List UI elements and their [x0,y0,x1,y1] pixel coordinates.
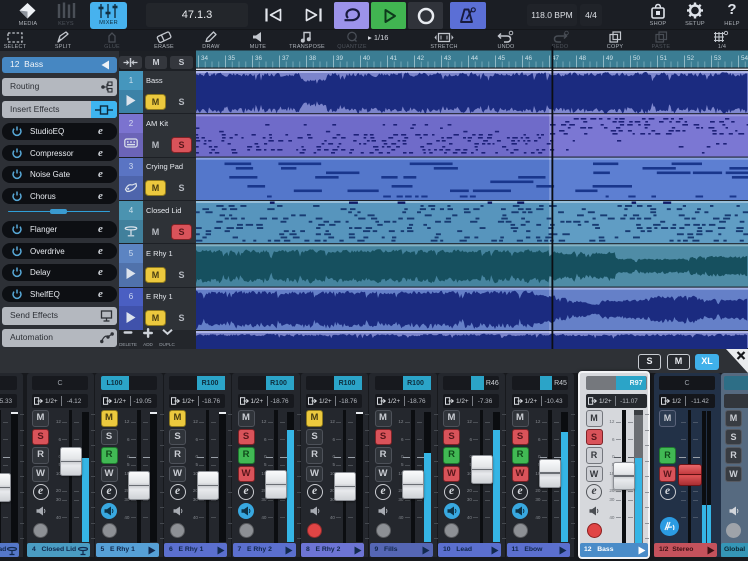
svg-text:52: 52 [687,55,695,62]
svg-text:54: 54 [741,55,748,62]
svg-text:45: 45 [498,55,506,62]
svg-text:36: 36 [255,55,263,62]
svg-text:41: 41 [390,55,398,62]
svg-text:48: 48 [579,55,587,62]
svg-text:39: 39 [336,55,344,62]
svg-text:46: 46 [525,55,533,62]
svg-text:44: 44 [471,55,479,62]
svg-text:34: 34 [201,55,209,62]
svg-text:40: 40 [363,55,371,62]
svg-text:50: 50 [633,55,641,62]
svg-text:43: 43 [444,55,452,62]
svg-text:42: 42 [417,55,425,62]
svg-text:35: 35 [228,55,236,62]
svg-text:51: 51 [660,55,668,62]
svg-text:53: 53 [714,55,722,62]
svg-text:38: 38 [309,55,317,62]
svg-text:37: 37 [282,55,290,62]
svg-text:49: 49 [606,55,614,62]
